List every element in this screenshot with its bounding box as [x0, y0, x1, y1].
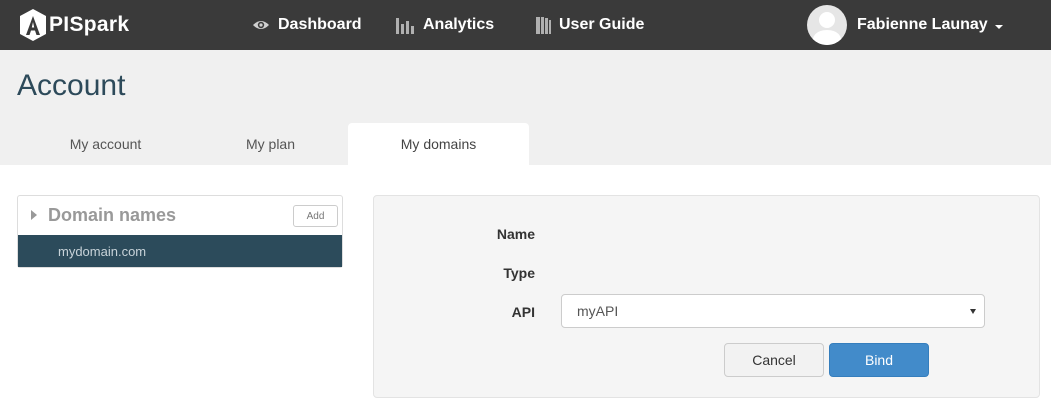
tab-my-plan[interactable]: My plan: [193, 123, 348, 165]
api-select[interactable]: myAPI: [561, 294, 985, 328]
caret-down-icon: [994, 24, 1003, 29]
bind-button[interactable]: Bind: [829, 343, 929, 377]
name-label: Name: [496, 226, 535, 242]
eye-icon: [253, 21, 269, 29]
nav-analytics-label: Analytics: [423, 16, 495, 33]
type-label: Type: [503, 265, 535, 281]
tab-my-account[interactable]: My account: [18, 123, 193, 165]
caret-right-icon: [31, 210, 37, 220]
domain-names-header[interactable]: Domain names Add: [18, 196, 342, 235]
tab-my-domains[interactable]: My domains: [348, 123, 529, 165]
user-name: Fabienne Launay: [857, 16, 988, 33]
domain-detail-panel: Name Type API myAPI Cancel Bind: [373, 195, 1040, 398]
add-domain-button[interactable]: Add: [293, 205, 338, 227]
book-icon: [536, 17, 551, 34]
user-menu[interactable]: Fabienne Launay: [807, 0, 1003, 50]
nav-user-guide-label: User Guide: [559, 16, 645, 33]
domain-names-title: Domain names: [48, 205, 177, 225]
top-navbar: PISpark Dashboard Analytics User Guide F…: [0, 0, 1051, 50]
nav-dashboard[interactable]: Dashboard: [252, 0, 362, 50]
nav-analytics[interactable]: Analytics: [395, 0, 494, 50]
nav-dashboard-label: Dashboard: [278, 16, 362, 33]
apispark-logo-icon: [20, 9, 46, 41]
brand-name: PISpark: [49, 13, 130, 36]
user-silhouette-icon: [812, 12, 842, 45]
avatar: [807, 5, 847, 45]
cancel-button[interactable]: Cancel: [724, 343, 824, 377]
nav-user-guide[interactable]: User Guide: [535, 0, 644, 50]
api-select-value: myAPI: [577, 303, 619, 319]
api-label: API: [511, 304, 535, 320]
page-title: Account: [17, 69, 126, 102]
domain-list-item[interactable]: mydomain.com: [18, 235, 342, 267]
bar-chart-icon: [396, 18, 414, 34]
brand-logo[interactable]: PISpark: [18, 8, 129, 42]
dropdown-arrow-icon: [970, 309, 976, 314]
domain-names-panel: Domain names Add mydomain.com: [17, 195, 343, 268]
page-header: Account My account My plan My domains: [0, 50, 1051, 165]
